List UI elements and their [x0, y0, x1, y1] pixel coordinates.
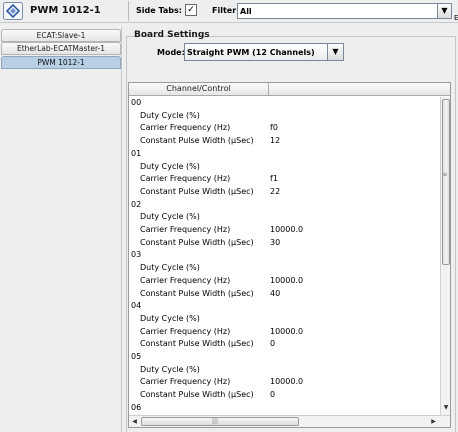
- table-row[interactable]: Duty Cycle (%): [129, 211, 440, 224]
- top-toolbar: PWM 1012-1 Side Tabs: ✓ Filter: All ▼ E: [0, 0, 458, 23]
- scroll-down-arrow-icon[interactable]: ▼: [442, 403, 450, 413]
- chevron-down-icon[interactable]: ▼: [437, 4, 451, 18]
- table-row[interactable]: Constant Pulse Width (µSec) 0: [129, 389, 440, 402]
- vertical-scrollbar[interactable]: ≡ ▼: [440, 97, 450, 415]
- table-row[interactable]: Duty Cycle (%): [129, 364, 440, 377]
- scroll-right-arrow-icon[interactable]: ▶: [429, 417, 438, 426]
- table-row[interactable]: Carrier Frequency (Hz) 10000.0: [129, 275, 440, 288]
- channel-row[interactable]: 03: [129, 249, 440, 262]
- parameter-value[interactable]: 22: [270, 186, 280, 199]
- channel-number: 00: [131, 98, 142, 107]
- parameter-label: Carrier Frequency (Hz): [140, 123, 231, 133]
- channel-row[interactable]: 05: [129, 351, 440, 364]
- parameter-value[interactable]: f1: [270, 173, 278, 186]
- parameter-label: Duty Cycle (%): [140, 313, 200, 323]
- channel-number: 03: [131, 250, 142, 260]
- table-row[interactable]: Carrier Frequency (Hz) f1: [129, 173, 440, 186]
- parameter-value[interactable]: 10000.0: [270, 224, 303, 237]
- channel-table: Channel/Control 00 Duty Cycle (%) Carrier …: [128, 82, 451, 428]
- channel-row[interactable]: 04: [129, 300, 440, 313]
- table-row[interactable]: Constant Pulse Width (µSec) 30: [129, 237, 440, 250]
- channel-number: 06: [131, 402, 142, 412]
- table-row[interactable]: Carrier Frequency (Hz) 10000.0: [129, 326, 440, 339]
- side-tabs-label: Side Tabs:: [136, 6, 182, 15]
- vertical-scroll-thumb[interactable]: [442, 99, 450, 265]
- filter-value: All: [240, 7, 252, 16]
- parameter-value[interactable]: 10000.0: [270, 376, 303, 389]
- parameter-label: Duty Cycle (%): [140, 110, 200, 120]
- ethercat-logo-icon: [3, 2, 23, 20]
- table-row[interactable]: Carrier Frequency (Hz) 10000.0: [129, 224, 440, 237]
- channel-number: 04: [131, 301, 142, 311]
- channel-row[interactable]: 01: [129, 148, 440, 161]
- mode-dropdown[interactable]: Straight PWM (12 Channels) ▼: [184, 43, 344, 61]
- filter-label: Filter:: [212, 6, 240, 15]
- table-row[interactable]: Duty Cycle (%): [129, 161, 440, 174]
- table-row[interactable]: Duty Cycle (%): [129, 262, 440, 275]
- table-row[interactable]: Constant Pulse Width (µSec) 40: [129, 288, 440, 301]
- parameter-label: Carrier Frequency (Hz): [140, 377, 231, 387]
- toolbar-divider: [128, 1, 129, 21]
- parameter-value[interactable]: 0: [270, 338, 275, 351]
- parameter-label: Duty Cycle (%): [140, 212, 200, 222]
- table-row[interactable]: Carrier Frequency (Hz) 10000.0: [129, 376, 440, 389]
- parameter-label: Carrier Frequency (Hz): [140, 326, 231, 336]
- scroll-left-arrow-icon[interactable]: ◀: [130, 417, 139, 426]
- parameter-label: Constant Pulse Width (µSec): [140, 186, 254, 196]
- parameter-value[interactable]: 30: [270, 237, 280, 250]
- table-row[interactable]: Duty Cycle (%): [129, 313, 440, 326]
- parameter-label: Constant Pulse Width (µSec): [140, 288, 254, 298]
- parameter-value[interactable]: 10000.0: [270, 275, 303, 288]
- parameter-label: Duty Cycle (%): [140, 364, 200, 374]
- chevron-down-icon[interactable]: ▼: [327, 44, 343, 60]
- table-row[interactable]: Constant Pulse Width (µSec) 12: [129, 135, 440, 148]
- mode-value: Straight PWM (12 Channels): [187, 48, 315, 57]
- horizontal-scrollbar[interactable]: ◀ ||| ▶: [129, 415, 450, 427]
- table-body: 00 Duty Cycle (%) Carrier Frequency (Hz) f0…: [129, 97, 440, 415]
- parameter-label: Duty Cycle (%): [140, 161, 200, 171]
- column-header-channel-control[interactable]: Channel/Control: [129, 83, 269, 95]
- window-title: PWM 1012-1: [30, 5, 101, 16]
- parameter-value[interactable]: 40: [270, 288, 280, 301]
- parameter-value[interactable]: 0: [270, 389, 275, 402]
- channel-row[interactable]: 02: [129, 199, 440, 212]
- table-row[interactable]: Constant Pulse Width (µSec) 0: [129, 338, 440, 351]
- horizontal-scroll-thumb[interactable]: |||: [141, 417, 299, 426]
- side-tab-ethercat-master[interactable]: EtherLab-ECATMaster-1: [1, 42, 121, 55]
- side-tabs-checkbox[interactable]: ✓: [185, 4, 197, 16]
- side-tab-pwm[interactable]: PWM 1012-1: [1, 56, 121, 69]
- channel-row[interactable]: 00: [129, 97, 440, 110]
- board-settings-title: Board Settings: [134, 30, 210, 40]
- parameter-label: Constant Pulse Width (µSec): [140, 136, 254, 146]
- table-header: Channel/Control: [129, 83, 450, 96]
- parameter-value[interactable]: 10000.0: [270, 326, 303, 339]
- parameter-label: Constant Pulse Width (µSec): [140, 339, 254, 349]
- parameter-value[interactable]: f0: [270, 122, 278, 135]
- filter-dropdown[interactable]: All ▼: [237, 3, 452, 19]
- side-tabs-panel: ECAT:Slave-1 EtherLab-ECATMaster-1 PWM 1…: [0, 27, 122, 432]
- table-row[interactable]: Carrier Frequency (Hz) f0: [129, 122, 440, 135]
- table-row[interactable]: Constant Pulse Width (µSec) 22: [129, 186, 440, 199]
- channel-number: 01: [131, 148, 142, 158]
- channel-row[interactable]: 06: [129, 402, 440, 415]
- grip-icon: |||: [212, 418, 219, 425]
- table-row[interactable]: Duty Cycle (%): [129, 110, 440, 123]
- channel-number: 02: [131, 199, 142, 209]
- side-tab-ecat-slave[interactable]: ECAT:Slave-1: [1, 29, 121, 42]
- parameter-label: Constant Pulse Width (µSec): [140, 237, 254, 247]
- mode-label: Mode:: [157, 48, 185, 57]
- parameter-label: Duty Cycle (%): [140, 263, 200, 273]
- parameter-label: Carrier Frequency (Hz): [140, 174, 231, 184]
- column-header-value[interactable]: [269, 83, 441, 95]
- parameter-label: Carrier Frequency (Hz): [140, 275, 231, 285]
- channel-number: 05: [131, 352, 142, 361]
- parameter-label: Carrier Frequency (Hz): [140, 225, 231, 234]
- edge-label: E: [454, 14, 458, 22]
- parameter-label: Constant Pulse Width (µSec): [140, 390, 254, 400]
- parameter-value[interactable]: 12: [270, 135, 280, 148]
- grip-icon: ≡: [442, 171, 448, 178]
